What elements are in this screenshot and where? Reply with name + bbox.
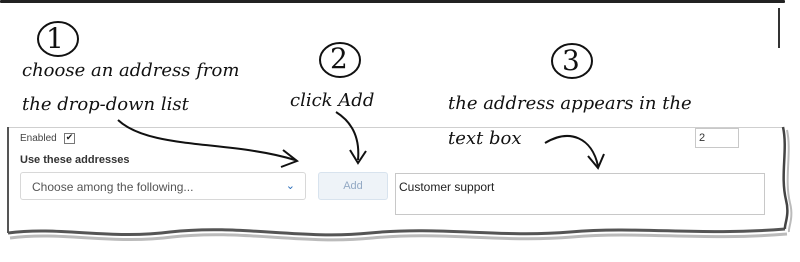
- step-2-number: 2: [330, 42, 348, 75]
- torn-edge-fill: [8, 229, 785, 262]
- right-torn-edge-shadow: [786, 129, 793, 233]
- step-3-text-line2: text box: [448, 128, 522, 149]
- addresses-textbox-value: Customer support: [399, 180, 495, 194]
- step-3-text-line1: the address appears in the: [448, 93, 692, 114]
- checkmark-icon: ✔: [65, 133, 74, 143]
- use-addresses-label: Use these addresses: [20, 154, 130, 166]
- step-1-text-line2: the drop-down list: [22, 94, 189, 115]
- step-1-text-line1: choose an address from: [22, 60, 240, 81]
- step-2-text: click Add: [290, 90, 375, 111]
- addresses-textbox[interactable]: Customer support: [395, 173, 765, 215]
- enabled-label: Enabled: [20, 133, 57, 144]
- number-input-value: 2: [699, 132, 706, 144]
- number-input[interactable]: 2: [695, 128, 739, 148]
- address-dropdown-placeholder: Choose among the following...: [32, 180, 194, 194]
- frame-top-border: [0, 0, 785, 3]
- torn-edge-shadow: [9, 232, 788, 242]
- frame-right-border: [778, 8, 780, 48]
- chevron-down-icon: ⌄: [285, 179, 295, 192]
- add-button[interactable]: Add: [318, 172, 388, 200]
- annotated-screenshot: 1 choose an address from the drop-down l…: [0, 0, 800, 262]
- right-torn-edge: [781, 126, 789, 230]
- address-dropdown[interactable]: Choose among the following... ⌄: [20, 172, 306, 200]
- step-3-number: 3: [562, 44, 580, 77]
- enabled-checkbox[interactable]: ✔: [64, 133, 75, 144]
- step-1-number: 1: [46, 22, 64, 55]
